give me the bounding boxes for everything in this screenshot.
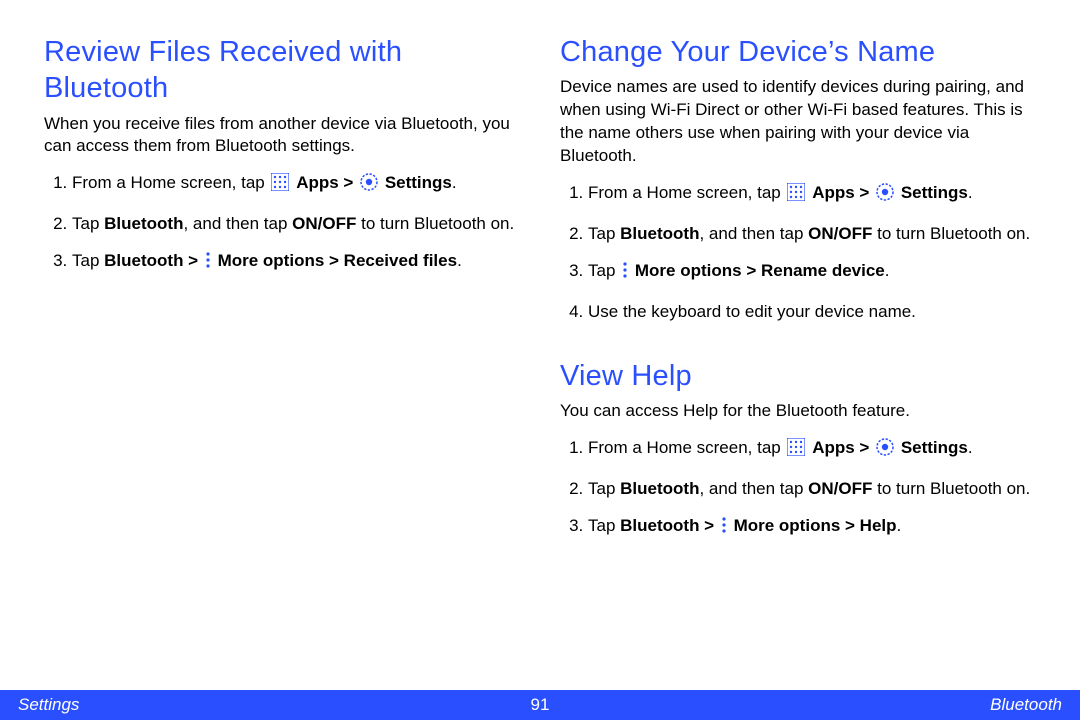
more-options-icon <box>205 251 211 277</box>
period: . <box>885 261 890 280</box>
section-review-files: Review Files Received with Bluetooth Whe… <box>44 34 520 277</box>
apps-icon <box>787 183 805 209</box>
section-intro: Device names are used to identify device… <box>560 76 1036 168</box>
apps-label: Apps <box>296 173 339 192</box>
step-text: From a Home screen, tap <box>588 438 785 457</box>
period: . <box>968 183 973 202</box>
onoff-label: ON/OFF <box>292 214 356 233</box>
period: . <box>452 173 457 192</box>
step-item: Tap Bluetooth, and then tap ON/OFF to tu… <box>72 211 520 237</box>
section-intro: When you receive files from another devi… <box>44 113 520 159</box>
footer-page-number: 91 <box>531 695 550 715</box>
page-footer: Settings 91 Bluetooth <box>0 690 1080 720</box>
left-column: Review Files Received with Bluetooth Whe… <box>44 34 520 554</box>
step-text: Tap <box>588 516 620 535</box>
step-item: Tap Bluetooth, and then tap ON/OFF to tu… <box>588 221 1036 247</box>
section-change-name: Change Your Device’s Name Device names a… <box>560 34 1036 324</box>
period: . <box>968 438 973 457</box>
step-item: Tap More options > Rename device. <box>588 258 1036 287</box>
steps-list: From a Home screen, tap Apps > Settings.… <box>44 170 520 277</box>
right-column: Change Your Device’s Name Device names a… <box>560 34 1036 554</box>
step-text: , and then tap <box>699 479 808 498</box>
more-options-icon <box>721 516 727 542</box>
onoff-label: ON/OFF <box>808 479 872 498</box>
manual-page: Review Files Received with Bluetooth Whe… <box>0 0 1080 720</box>
footer-right: Bluetooth <box>990 695 1062 715</box>
section-title: Review Files Received with Bluetooth <box>44 34 520 107</box>
step-text: Tap <box>72 214 104 233</box>
apps-icon <box>271 173 289 199</box>
settings-icon <box>876 438 894 464</box>
step-text: Use the keyboard to edit your device nam… <box>588 302 916 321</box>
step-text: Tap <box>588 479 620 498</box>
step-text: Tap <box>588 261 620 280</box>
footer-left: Settings <box>18 695 79 715</box>
more-options-icon <box>622 261 628 287</box>
settings-icon <box>876 183 894 209</box>
period: . <box>457 251 462 270</box>
steps-list: From a Home screen, tap Apps > Settings.… <box>560 180 1036 324</box>
bluetooth-label: Bluetooth <box>620 224 699 243</box>
settings-label: Settings <box>901 183 968 202</box>
more-options-label: More options > Help <box>734 516 897 535</box>
step-item: Tap Bluetooth > More options > Received … <box>72 248 520 277</box>
two-column-layout: Review Files Received with Bluetooth Whe… <box>44 34 1036 554</box>
settings-label: Settings <box>385 173 452 192</box>
step-text: From a Home screen, tap <box>588 183 785 202</box>
section-title: View Help <box>560 358 1036 394</box>
step-text: Tap <box>72 251 104 270</box>
steps-list: From a Home screen, tap Apps > Settings.… <box>560 435 1036 542</box>
bluetooth-label: Bluetooth <box>104 214 183 233</box>
step-item: Tap Bluetooth, and then tap ON/OFF to tu… <box>588 476 1036 502</box>
onoff-label: ON/OFF <box>808 224 872 243</box>
gt: > <box>855 183 874 202</box>
step-item: From a Home screen, tap Apps > Settings. <box>588 180 1036 209</box>
section-intro: You can access Help for the Bluetooth fe… <box>560 400 1036 423</box>
step-item: From a Home screen, tap Apps > Settings. <box>72 170 520 199</box>
step-text: to turn Bluetooth on. <box>872 224 1030 243</box>
section-view-help: View Help You can access Help for the Bl… <box>560 358 1036 542</box>
settings-icon <box>360 173 378 199</box>
bluetooth-label: Bluetooth <box>620 479 699 498</box>
gt: > <box>855 438 874 457</box>
step-item: Use the keyboard to edit your device nam… <box>588 299 1036 325</box>
more-options-label: More options > Rename device <box>635 261 885 280</box>
apps-label: Apps <box>812 183 855 202</box>
period: . <box>897 516 902 535</box>
step-text: , and then tap <box>183 214 292 233</box>
step-item: Tap Bluetooth > More options > Help. <box>588 513 1036 542</box>
step-text: to turn Bluetooth on. <box>356 214 514 233</box>
apps-label: Apps <box>812 438 855 457</box>
step-item: From a Home screen, tap Apps > Settings. <box>588 435 1036 464</box>
bluetooth-label: Bluetooth > <box>620 516 719 535</box>
step-text: Tap <box>588 224 620 243</box>
step-text: to turn Bluetooth on. <box>872 479 1030 498</box>
settings-label: Settings <box>901 438 968 457</box>
step-text: , and then tap <box>699 224 808 243</box>
bluetooth-label: Bluetooth > <box>104 251 203 270</box>
apps-icon <box>787 438 805 464</box>
more-options-label: More options > Received files <box>218 251 458 270</box>
gt: > <box>339 173 358 192</box>
step-text: From a Home screen, tap <box>72 173 269 192</box>
section-title: Change Your Device’s Name <box>560 34 1036 70</box>
